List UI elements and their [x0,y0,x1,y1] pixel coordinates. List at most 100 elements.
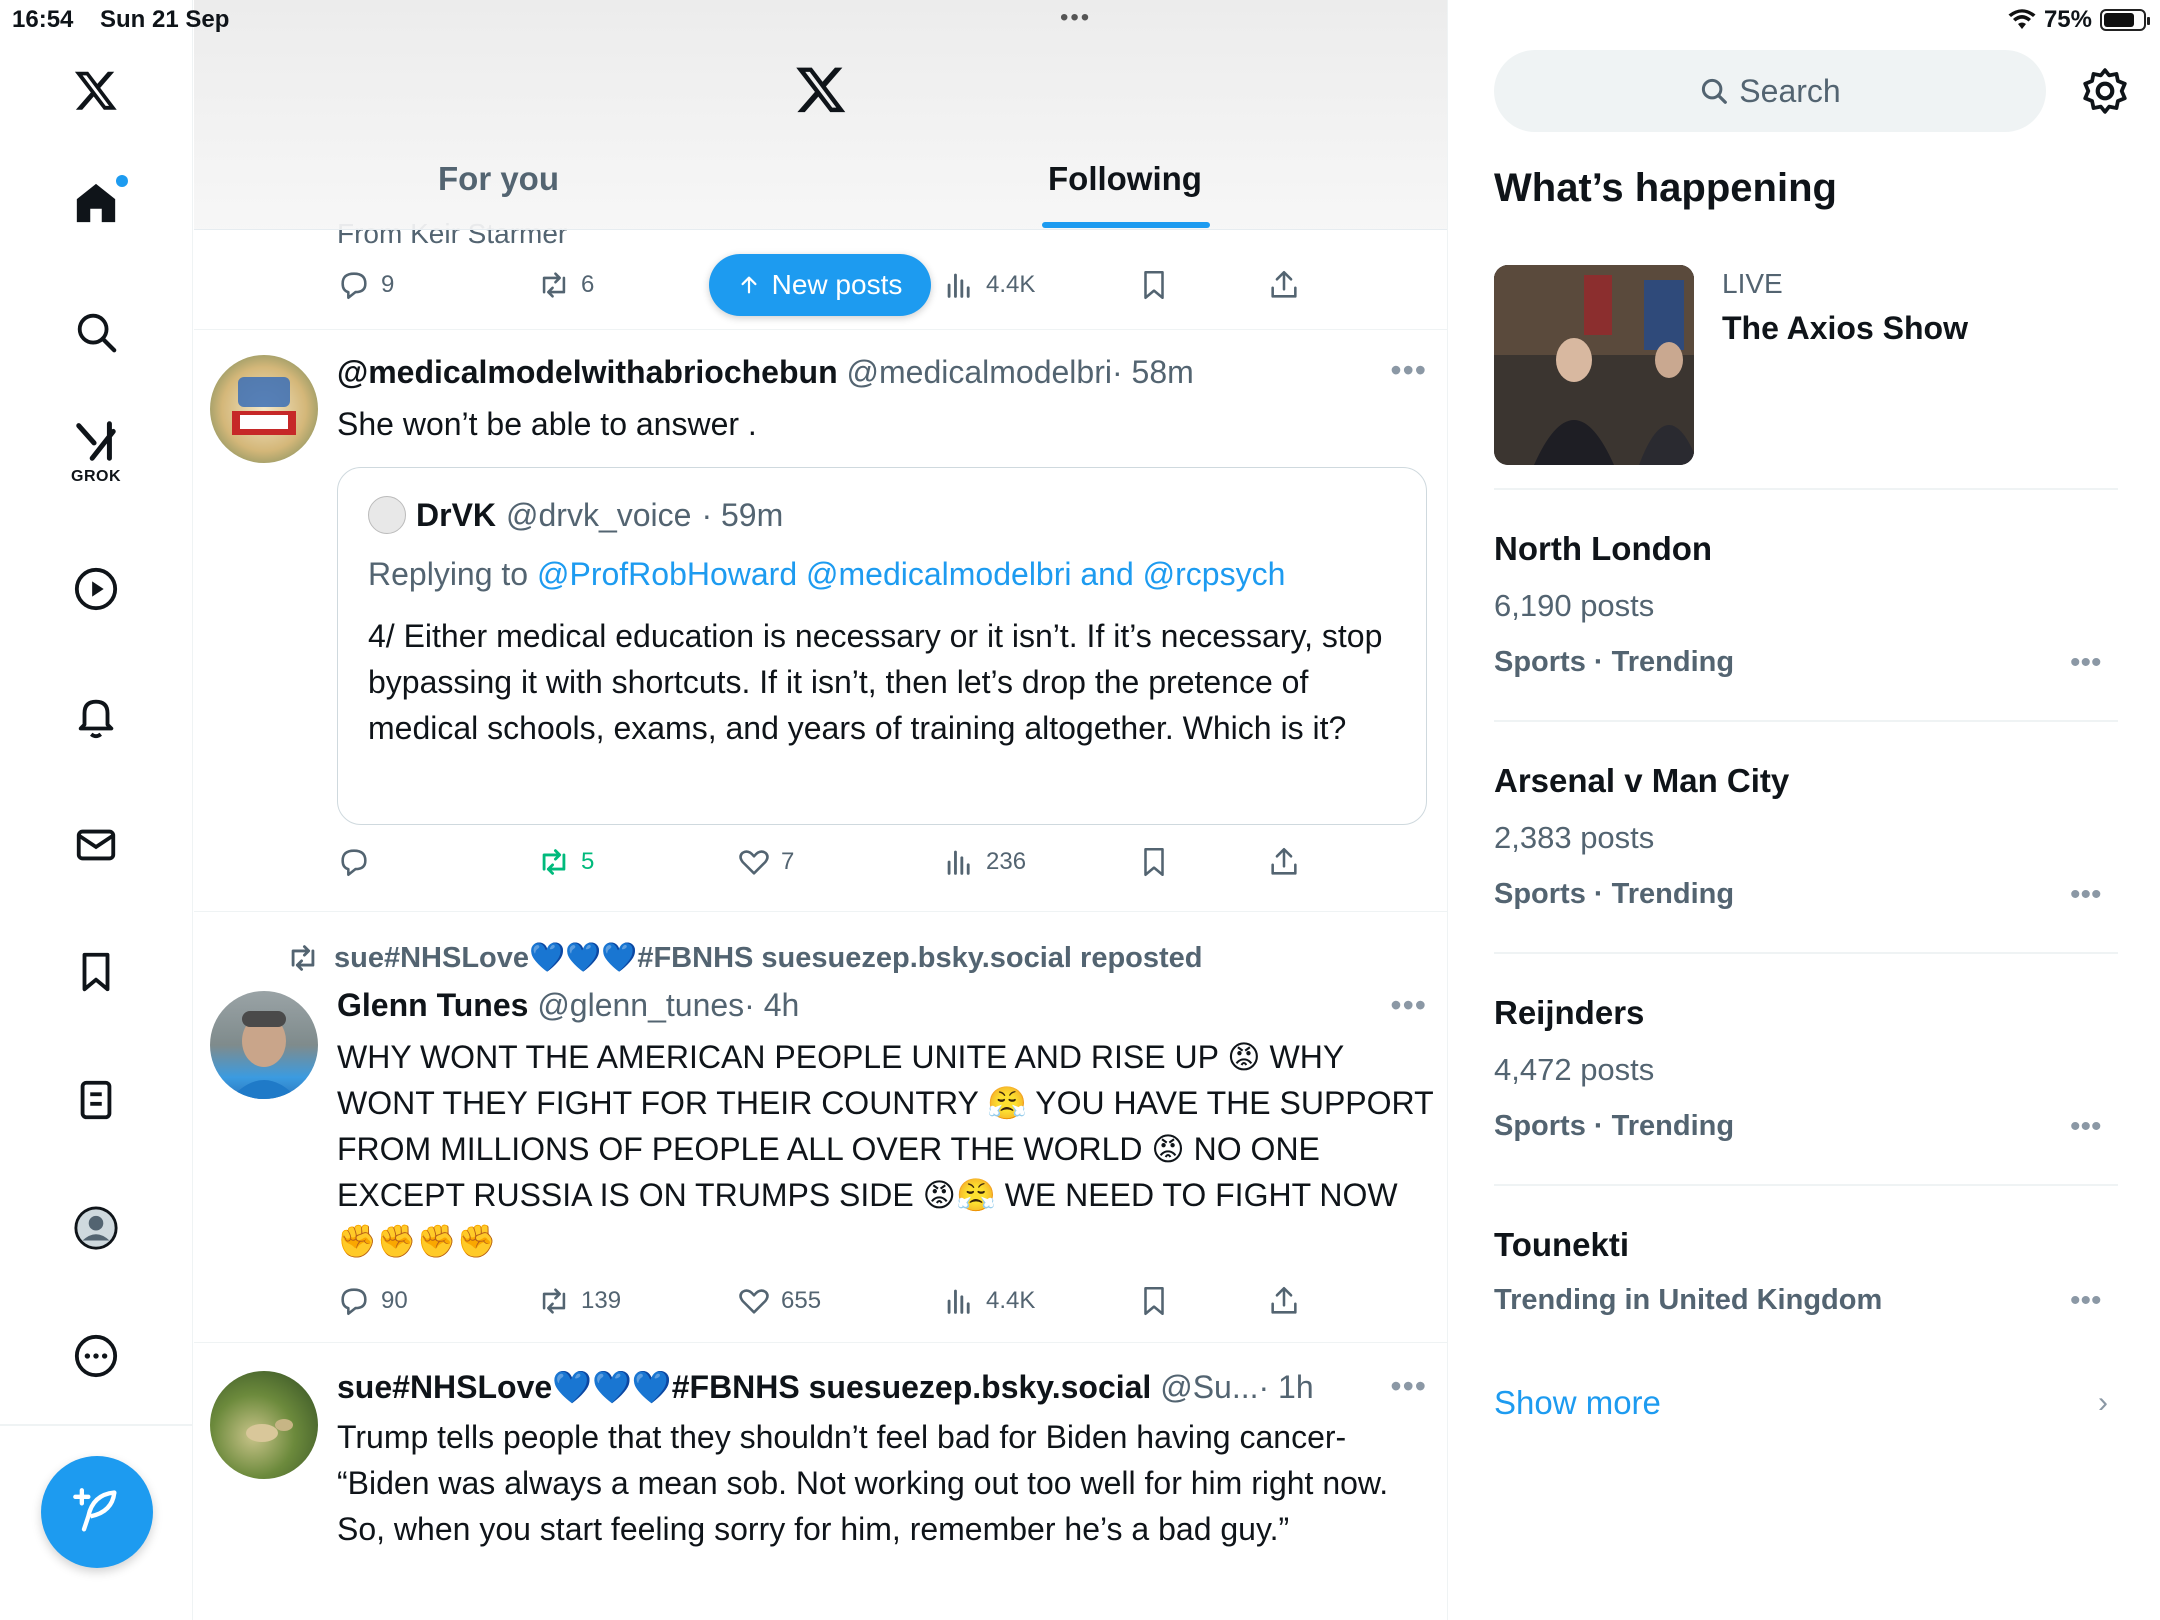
repost-button[interactable]: 139 [537,1284,621,1318]
avatar-photo [246,1419,293,1442]
repost-icon [542,272,566,298]
views-button[interactable]: 236 [942,845,1026,879]
bookmark-icon [1144,847,1164,877]
author-handle[interactable]: @medicalmodelbri [847,354,1112,390]
bookmarks-icon[interactable] [56,932,136,1012]
show-more-link[interactable]: Show more [1494,1384,1661,1422]
grok-icon[interactable]: GROK [56,410,136,490]
quoted-post-header: DrVK @drvk_voice · 59m [368,496,783,534]
reposted-by-text: sue#NHSLove💙💙💙#FBNHS suesuezep.bsky.soci… [334,942,1203,974]
author-handle[interactable]: @Su... [1160,1369,1258,1405]
author-name[interactable]: @medicalmodelwithabriochebun [337,354,838,390]
share-icon [1271,270,1297,298]
like-count: 655 [781,1287,822,1314]
heart-icon [739,850,769,875]
bookmark-button[interactable] [1137,845,1171,879]
replying-to-links[interactable]: @ProfRobHoward @medicalmodelbri and @rcp… [537,556,1285,592]
avatar[interactable] [210,355,318,463]
avatar-badge-image [232,377,296,435]
multitasking-dots[interactable]: ••• [1060,4,1091,32]
trend-more-menu[interactable]: ••• [2070,646,2102,680]
author-name[interactable]: sue#NHSLove💙💙💙#FBNHS suesuezep.bsky.soci… [337,1369,1151,1405]
x-logo-icon[interactable] [56,50,136,130]
live-show-image [1494,265,1694,465]
post-time[interactable]: · 58m [1112,354,1194,390]
quoted-author-handle: @drvk_voice [506,496,692,533]
post-time[interactable]: · 4h [744,987,799,1023]
notifications-bell-icon[interactable] [56,677,136,757]
trend-more-menu[interactable]: ••• [2070,1110,2102,1144]
chevron-right-icon: › [2098,1386,2108,1419]
quoted-post-time: · 59m [701,496,784,533]
post-time[interactable]: · 1h [1259,1369,1314,1405]
live-title[interactable]: The Axios Show [1722,310,1968,347]
post-header: @medicalmodelwithabriochebun @medicalmod… [337,354,1194,391]
views-chart-icon [947,850,970,875]
reply-button[interactable]: 9 [337,268,394,302]
timeline: For you Following From Keir Starmer 9 6 … [194,0,1448,1620]
video-icon[interactable] [56,549,136,629]
replying-to-prefix: Replying to [368,556,529,592]
bookmark-button[interactable] [1137,268,1171,302]
avatar[interactable] [210,991,318,1099]
trend-name[interactable]: Reijnders [1494,994,1644,1032]
new-posts-button[interactable]: New posts [709,254,931,316]
heart-icon [739,1289,769,1314]
lists-icon[interactable] [56,1060,136,1140]
trend-category: Sports · Trending [1494,646,1735,678]
trend-name[interactable]: Arsenal v Man City [1494,762,1789,800]
profile-avatar-icon[interactable] [56,1188,136,1268]
trend-more-menu[interactable]: ••• [2070,1284,2102,1318]
reply-icon [341,849,367,877]
reposted-by-line[interactable]: sue#NHSLove💙💙💙#FBNHS suesuezep.bsky.soci… [286,941,1203,975]
views-chart-icon [947,273,970,298]
avatar[interactable] [210,1371,318,1479]
like-button[interactable]: 655 [737,1284,821,1318]
home-notification-dot [116,175,128,187]
views-button[interactable]: 4.4K [942,1284,1035,1318]
compose-post-button[interactable] [41,1456,153,1568]
bookmark-icon [1144,270,1164,300]
author-handle[interactable]: @glenn_tunes [537,987,744,1023]
post-header: Glenn Tunes @glenn_tunes· 4h [337,987,799,1024]
grok-label: GROK [71,468,121,485]
tab-following[interactable]: Following [1048,160,1202,198]
share-button[interactable] [1267,268,1301,302]
share-button[interactable] [1267,845,1301,879]
bookmark-button[interactable] [1137,1284,1171,1318]
trend-post-count: 4,472 posts [1494,1052,1655,1087]
share-button[interactable] [1267,1284,1301,1318]
left-navigation: GROK [0,0,193,1620]
status-indicators: 75% [2008,6,2150,34]
repost-button[interactable]: 5 [537,845,594,879]
post-more-menu[interactable]: ••• [1390,352,1427,389]
like-button[interactable]: 7 [737,845,794,879]
tab-for-you[interactable]: For you [438,160,559,198]
live-thumbnail[interactable] [1494,265,1694,465]
settings-gear-icon[interactable] [2080,66,2130,116]
wifi-icon [2008,9,2036,29]
views-button[interactable]: 4.4K [942,268,1035,302]
trend-name[interactable]: Tounekti [1494,1226,1629,1264]
divider [1494,720,2118,722]
search-icon[interactable] [56,292,136,372]
post-header: sue#NHSLove💙💙💙#FBNHS suesuezep.bsky.soci… [337,1368,1387,1406]
search-input[interactable]: Search [1494,50,2046,132]
views-chart-icon [947,1289,970,1314]
reply-button[interactable] [337,845,371,879]
post-actions: 90 139 655 4.4K [337,1284,1337,1324]
reply-button[interactable]: 90 [337,1284,408,1318]
trend-more-menu[interactable]: ••• [2070,878,2102,912]
repost-count: 139 [581,1287,622,1314]
post-more-menu[interactable]: ••• [1390,987,1427,1024]
divider [1494,488,2118,490]
post-text: WHY WONT THE AMERICAN PEOPLE UNITE AND R… [337,1039,1434,1259]
trend-name[interactable]: North London [1494,530,1712,568]
repost-button[interactable]: 6 [537,268,594,302]
messages-envelope-icon[interactable] [56,805,136,885]
quoted-post[interactable]: DrVK @drvk_voice · 59m Replying to @ProfR… [337,467,1427,825]
post-more-menu[interactable]: ••• [1390,1368,1427,1405]
home-icon[interactable] [56,163,136,243]
author-name[interactable]: Glenn Tunes [337,987,528,1023]
more-options-icon[interactable] [56,1316,136,1396]
